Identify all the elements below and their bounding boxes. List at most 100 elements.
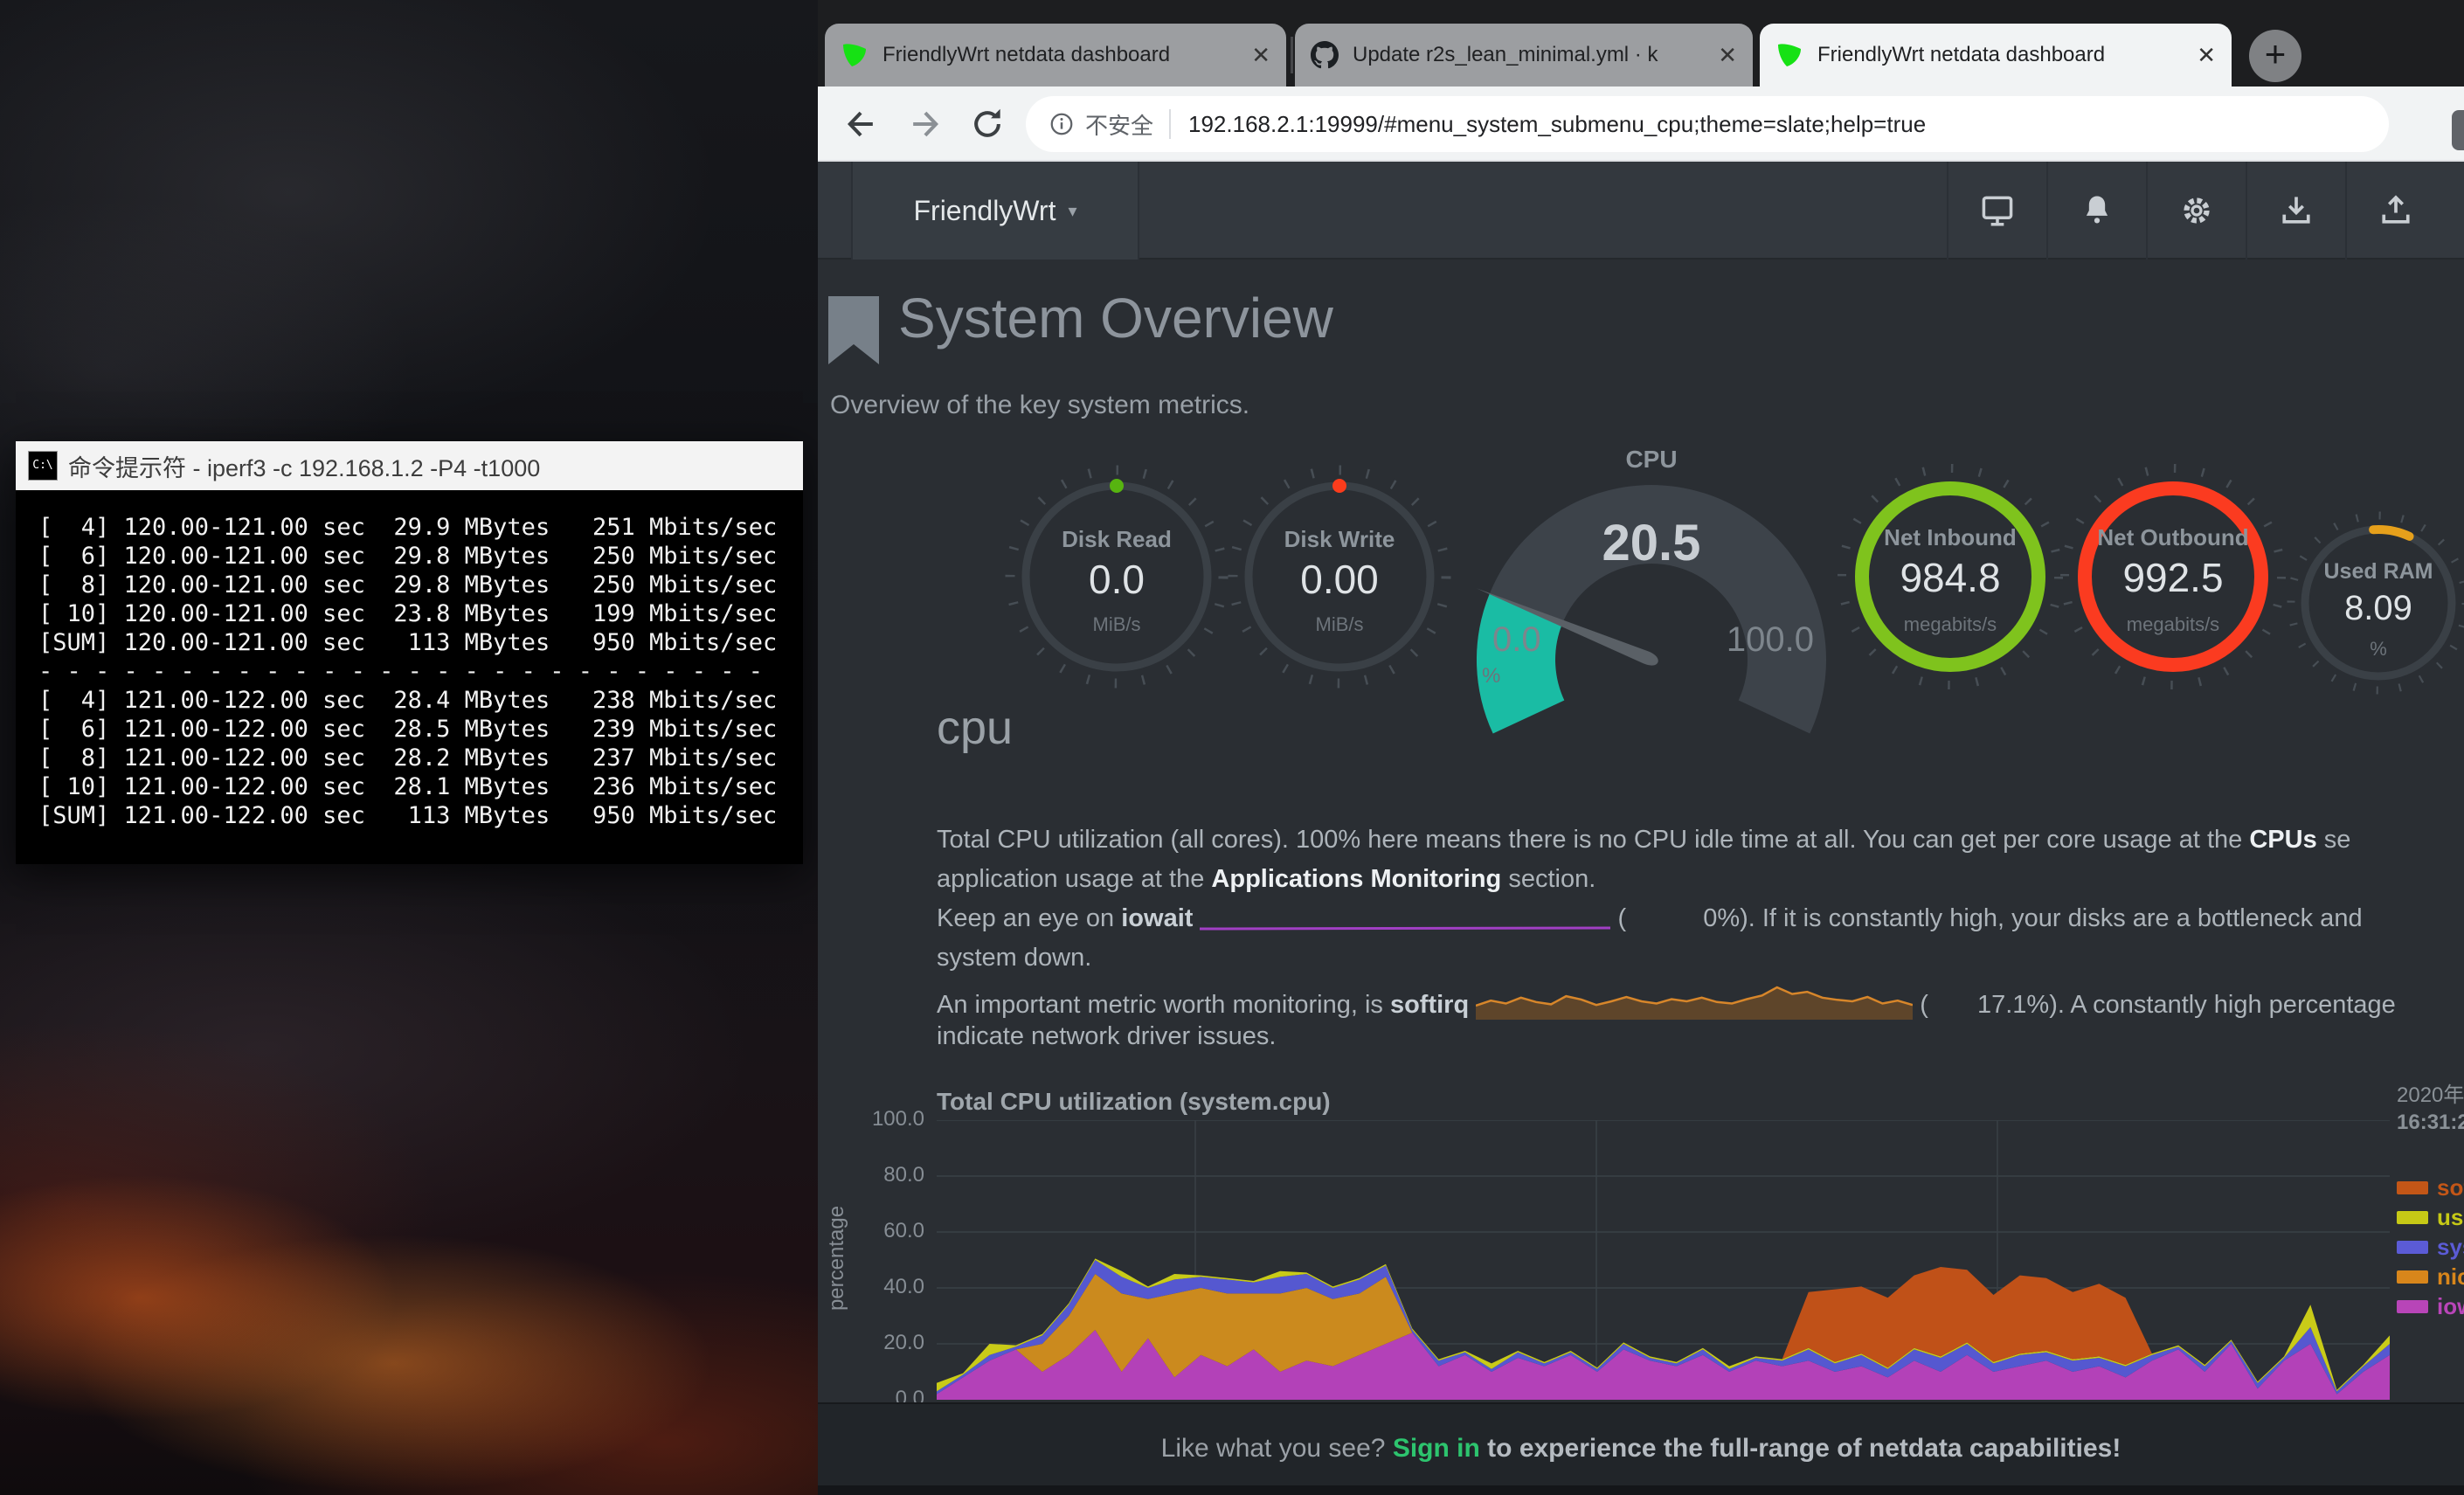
netdata-favicon (1775, 41, 1803, 69)
cpu-description-line: An important metric worth monitoring, is… (937, 983, 2396, 1020)
text: section. (1501, 865, 1595, 893)
y-tick-label: 100.0 (820, 1107, 924, 1132)
text: application usage at the (937, 865, 1211, 893)
gauge-unit: megabits/s (2059, 613, 2287, 636)
new-tab-button[interactable]: + (2249, 30, 2301, 82)
address-bar[interactable]: 不安全 192.168.2.1:19999/#menu_system_subme… (1026, 96, 2389, 152)
bell-icon (2078, 191, 2116, 230)
forward-button[interactable] (898, 98, 951, 150)
legend-swatch (2397, 1211, 2428, 1224)
gauge-unit: megabits/s (1837, 613, 2064, 636)
gauge-value: 0.00 (1226, 556, 1453, 603)
tab-github-commit[interactable]: Update r2s_lean_minimal.yml · k ✕ (1295, 24, 1753, 87)
settings-button[interactable] (2146, 162, 2246, 260)
cpu-description-line: application usage at the Applications Mo… (937, 865, 1595, 894)
disk-write-dot (1332, 479, 1346, 493)
tab-title: FriendlyWrt netdata dashboard (1817, 43, 2186, 67)
browser-toolbar: 不安全 192.168.2.1:19999/#menu_system_subme… (818, 87, 2464, 162)
print-dashboard-button[interactable] (1947, 162, 2046, 260)
gear-icon (2177, 191, 2216, 230)
reload-icon (968, 105, 1007, 143)
tab-close-icon[interactable]: ✕ (1251, 42, 1270, 69)
legend-item-user[interactable]: user (2397, 1202, 2464, 1232)
cpu-utilization-chart[interactable] (937, 1120, 2390, 1400)
text: indicate network driver issues. (937, 1022, 1276, 1050)
address-divider (1169, 109, 1171, 139)
extension-icon[interactable] (2452, 110, 2464, 150)
disk-read-gauge[interactable]: Disk Read 0.0 MiB/s (1003, 463, 1230, 690)
gauge-min: 0.0 (1492, 620, 1541, 660)
applications-monitoring-link[interactable]: Applications Monitoring (1211, 865, 1501, 893)
text: se (2317, 826, 2351, 854)
export-settings-button[interactable] (2345, 162, 2445, 260)
reload-button[interactable] (961, 98, 1014, 150)
chart-date: 2020年3 (2397, 1082, 2464, 1109)
terminal-output: [ 4] 120.00-121.00 sec 29.9 MBytes 251 M… (16, 490, 803, 864)
gauge-label: CPU (1477, 446, 1826, 474)
terminal-line: [ 8] 120.00-121.00 sec 29.8 MBytes 250 M… (38, 571, 803, 599)
disk-read-dot (1110, 479, 1124, 493)
upload-icon (2377, 191, 2415, 230)
used-ram-gauge[interactable]: Used RAM 8.09 % (2282, 507, 2464, 699)
back-button[interactable] (835, 98, 888, 150)
legend-label: nice (2437, 1263, 2464, 1291)
softirq-sparkline[interactable] (1476, 983, 1913, 1020)
cpus-link[interactable]: CPUs (2249, 826, 2316, 854)
terminal-titlebar[interactable]: C:\ 命令提示符 - iperf3 -c 192.168.1.2 -P4 -t… (16, 441, 803, 490)
dashboard-content: System Overview Overview of the key syst… (818, 260, 2464, 1402)
cpu-description-line: system down. (937, 944, 1091, 972)
iowait-sparkline[interactable] (1200, 921, 1610, 933)
gauge-value: 8.09 (2282, 589, 2464, 628)
legend-label: iowait (2437, 1293, 2464, 1320)
download-icon (2277, 191, 2315, 230)
chart-title: Total CPU utilization (system.cpu) (937, 1088, 1331, 1116)
terminal-line: [ 8] 121.00-122.00 sec 28.2 MBytes 237 M… (38, 744, 803, 772)
terminal-line: [ 4] 120.00-121.00 sec 29.9 MBytes 251 M… (38, 513, 803, 542)
iowait-label: iowait (1121, 904, 1193, 932)
info-icon[interactable] (1049, 111, 1075, 137)
chart-time: 16:31:2 (2397, 1109, 2464, 1136)
net-inbound-gauge[interactable]: Net Inbound 984.8 megabits/s (1837, 463, 2064, 690)
terminal-line: [SUM] 120.00-121.00 sec 113 MBytes 950 M… (38, 628, 803, 657)
tab-friendlywrt-netdata-2-active[interactable]: FriendlyWrt netdata dashboard ✕ (1760, 24, 2232, 87)
terminal-line: [ 10] 121.00-122.00 sec 28.1 MBytes 236 … (38, 772, 803, 801)
terminal-title: 命令提示符 - iperf3 -c 192.168.1.2 -P4 -t1000 (68, 449, 540, 483)
cpu-description-line: Total CPU utilization (all cores). 100% … (937, 826, 2350, 855)
tab-close-icon[interactable]: ✕ (2197, 42, 2216, 69)
import-settings-button[interactable] (2246, 162, 2345, 260)
text: Total CPU utilization (all cores). 100% … (937, 826, 2249, 854)
cpu-gauge[interactable]: CPU 20.5 0.0 100.0 % (1477, 446, 1826, 743)
gauge-value: 20.5 (1477, 514, 1826, 572)
chart-legend: softirqusersystemniceiowait (2397, 1173, 2464, 1321)
y-tick-label: 0.0 (820, 1387, 924, 1402)
banner-text: Like what you see? (1161, 1434, 1393, 1463)
gauge-unit: MiB/s (1226, 613, 1453, 636)
legend-swatch (2397, 1300, 2428, 1313)
legend-swatch (2397, 1241, 2428, 1254)
legend-item-softirq[interactable]: softirq (2397, 1173, 2464, 1202)
legend-item-nice[interactable]: nice (2397, 1262, 2464, 1291)
terminal-window: C:\ 命令提示符 - iperf3 -c 192.168.1.2 -P4 -t… (16, 441, 803, 864)
text: ( (1610, 904, 1626, 932)
chart-timestamp: 2020年3 16:31:2 (2397, 1082, 2464, 1136)
banner-bottom-strip (818, 1485, 2464, 1495)
host-dropdown-button[interactable]: FriendlyWrt ▾ (851, 162, 1139, 260)
gauge-max: 100.0 (1727, 620, 1814, 660)
terminal-line: [SUM] 121.00-122.00 sec 113 MBytes 950 M… (38, 801, 803, 830)
cpu-description-line: indicate network driver issues. (937, 1022, 1276, 1051)
legend-label: system (2437, 1234, 2464, 1261)
tab-friendlywrt-netdata-1[interactable]: FriendlyWrt netdata dashboard ✕ (825, 24, 1286, 87)
legend-item-iowait[interactable]: iowait (2397, 1291, 2464, 1321)
back-icon (842, 105, 881, 143)
sign-in-link[interactable]: Sign in (1393, 1434, 1480, 1463)
chevron-down-icon: ▾ (1068, 200, 1076, 222)
legend-item-system[interactable]: system (2397, 1232, 2464, 1262)
disk-write-gauge[interactable]: Disk Write 0.00 MiB/s (1226, 463, 1453, 690)
tab-title: Update r2s_lean_minimal.yml · k (1353, 43, 1707, 67)
banner-text-bold: to experience the full-range of netdata … (1480, 1434, 2121, 1463)
tab-close-icon[interactable]: ✕ (1718, 42, 1737, 69)
page-subtitle: Overview of the key system metrics. (830, 391, 1249, 420)
alarms-button[interactable] (2046, 162, 2146, 260)
bookmark-icon (828, 296, 879, 366)
net-outbound-gauge[interactable]: Net Outbound 992.5 megabits/s (2059, 463, 2287, 690)
